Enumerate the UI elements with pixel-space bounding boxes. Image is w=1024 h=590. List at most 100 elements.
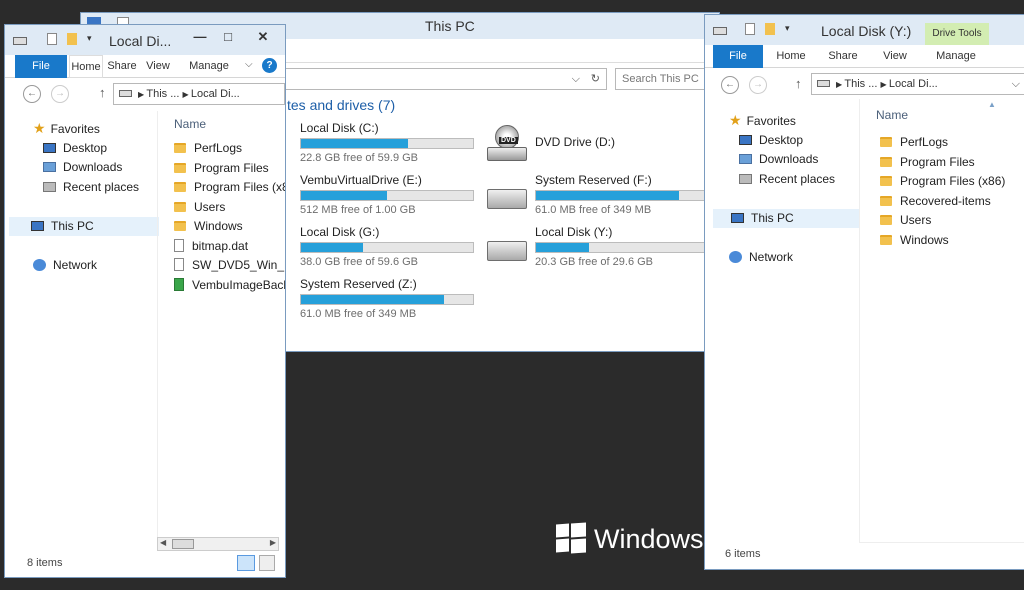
list-item[interactable]: Program Files (x86)	[880, 174, 1024, 194]
qat-dropdown-icon[interactable]: ▾	[785, 23, 790, 34]
nav-recent-places[interactable]: Recent places	[13, 178, 159, 198]
up-arrow-icon[interactable]: ↑	[795, 76, 802, 91]
nav-recent-places[interactable]: Recent places	[713, 170, 859, 190]
tab-share[interactable]: Share	[823, 45, 863, 68]
qat-properties-icon[interactable]	[47, 33, 57, 45]
address-bar[interactable]: ▶ This ... ▶ Local Di...	[113, 83, 285, 105]
help-icon[interactable]: ?	[262, 58, 277, 73]
list-item[interactable]: PerfLogs	[174, 141, 285, 161]
nav-this-pc[interactable]: This PC	[9, 216, 159, 236]
tab-manage[interactable]: Manage	[179, 55, 239, 78]
large-icons-view-icon[interactable]	[259, 555, 275, 571]
qat-dropdown-icon[interactable]: ▾	[87, 33, 92, 44]
tab-view[interactable]: View	[141, 55, 175, 78]
qat-folder-icon[interactable]	[765, 23, 775, 35]
forward-icon[interactable]: →	[749, 76, 767, 94]
back-icon[interactable]: ←	[23, 85, 41, 103]
list-item[interactable]: Windows	[174, 219, 285, 239]
nav-label: Recent places	[63, 179, 140, 194]
back-icon[interactable]: ←	[721, 76, 739, 94]
tab-manage[interactable]: Manage	[927, 45, 985, 68]
expand-ribbon-icon[interactable]: ⌵	[245, 59, 253, 70]
file-list: Name ▲ PerfLogs Program Files Program Fi…	[859, 99, 1024, 543]
dropdown-chevron-icon[interactable]: ⌵	[572, 69, 580, 89]
list-item[interactable]: Program Files (x86	[174, 180, 285, 200]
column-header-name[interactable]: Name	[174, 117, 206, 131]
list-item[interactable]: Program Files	[174, 161, 285, 181]
nav-desktop[interactable]: Desktop	[13, 139, 159, 159]
nav-favorites[interactable]: ★ Favorites	[13, 119, 159, 139]
drive-item-y[interactable]: Local Disk (Y:) 20.3 GB free of 29.6 GB	[535, 225, 709, 268]
maximize-button[interactable]: □	[213, 27, 243, 47]
nav-this-pc[interactable]: This PC	[713, 208, 859, 228]
minimize-button[interactable]: —	[185, 27, 215, 47]
nav-network[interactable]: Network	[13, 256, 159, 276]
file-name: VembuImageBack	[192, 277, 286, 292]
dropdown-chevron-icon[interactable]: ⌵	[1012, 74, 1020, 94]
nav-desktop[interactable]: Desktop	[713, 131, 859, 151]
list-item[interactable]: PerfLogs	[880, 135, 1024, 155]
details-view-icon[interactable]	[237, 555, 255, 571]
folder-icon	[174, 182, 186, 192]
list-item[interactable]: Windows	[880, 233, 1024, 253]
drive-small-icon	[119, 90, 132, 97]
search-input[interactable]: Search This PC	[615, 68, 707, 90]
scroll-thumb[interactable]	[172, 539, 194, 549]
breadcrumb-local-disk[interactable]: Local Di...	[889, 78, 938, 90]
qat-folder-icon[interactable]	[67, 33, 77, 45]
hard-drive-icon	[487, 241, 527, 261]
drive-tools-tab[interactable]: Drive Tools	[925, 23, 989, 45]
star-icon: ★	[729, 112, 742, 128]
nav-favorites[interactable]: ★ Favorites	[713, 111, 859, 131]
folder-icon	[174, 162, 186, 173]
refresh-icon[interactable]: ↻	[591, 69, 600, 89]
folder-icon	[880, 156, 892, 167]
nav-downloads[interactable]: Downloads	[713, 150, 859, 170]
tab-home[interactable]: Home	[69, 55, 103, 78]
file-list: Name PerfLogs Program Files Program File…	[157, 111, 286, 537]
drive-item-f[interactable]: System Reserved (F:) 61.0 MB free of 349…	[535, 173, 709, 216]
scroll-left-icon[interactable]: ◀	[160, 538, 166, 547]
tab-file[interactable]: File	[15, 55, 67, 78]
left-titlebar[interactable]: ▾ Local Di... — □ ✕	[5, 25, 285, 55]
drive-item-g[interactable]: Local Disk (G:) 38.0 GB free of 59.6 GB	[300, 225, 474, 268]
drive-usage-bar	[300, 294, 474, 305]
list-item[interactable]: SW_DVD5_Win_Pr	[174, 258, 285, 278]
breadcrumb-this-pc[interactable]: This ...	[844, 78, 877, 90]
tab-home[interactable]: Home	[771, 45, 811, 68]
right-titlebar[interactable]: ▾ Local Disk (Y:) Drive Tools	[705, 15, 1024, 45]
drive-usage-fill	[301, 243, 363, 252]
breadcrumb-this-pc[interactable]: This ...	[146, 88, 179, 100]
tab-file[interactable]: File	[713, 45, 763, 68]
drive-item-z[interactable]: System Reserved (Z:) 61.0 MB free of 349…	[300, 277, 474, 320]
nav-downloads[interactable]: Downloads	[13, 158, 159, 178]
list-item[interactable]: VembuImageBack	[174, 277, 286, 298]
horizontal-scrollbar[interactable]: ◀ ▶	[157, 537, 279, 551]
list-item[interactable]: bitmap.dat	[174, 238, 285, 259]
drive-usage-fill	[536, 243, 590, 252]
column-header-name[interactable]: Name	[876, 108, 908, 122]
drive-item-d[interactable]: DVD Drive (D:)	[535, 135, 615, 149]
nav-network[interactable]: Network	[713, 248, 859, 268]
scroll-right-icon[interactable]: ▶	[270, 538, 276, 547]
close-button[interactable]: ✕	[245, 27, 281, 47]
network-icon	[729, 250, 742, 263]
list-item[interactable]: Users	[174, 200, 285, 220]
drive-free-text: 61.0 MB free of 349 MB	[535, 204, 652, 216]
folder-icon	[880, 137, 892, 147]
address-bar[interactable]: ▶ This ... ▶ Local Di... ⌵	[811, 73, 1024, 95]
qat-properties-icon[interactable]	[745, 23, 755, 35]
tab-view[interactable]: View	[875, 45, 915, 68]
drive-item-e[interactable]: VembuVirtualDrive (E:) 512 MB free of 1.…	[300, 173, 474, 216]
list-item[interactable]: Users	[880, 213, 1024, 233]
address-bar[interactable]: ⌵ ↻	[281, 68, 607, 90]
forward-icon[interactable]: →	[51, 85, 69, 103]
breadcrumb-local-disk[interactable]: Local Di...	[191, 88, 240, 100]
tab-share[interactable]: Share	[105, 55, 139, 78]
drive-item-c[interactable]: Local Disk (C:) 22.8 GB free of 59.9 GB	[300, 121, 474, 164]
list-item[interactable]: Program Files	[880, 155, 1024, 175]
up-arrow-icon[interactable]: ↑	[99, 85, 106, 100]
folder-icon	[880, 176, 892, 186]
devices-section-header[interactable]: tes and drives (7)	[287, 97, 395, 113]
list-item[interactable]: Recovered-items	[880, 194, 1024, 214]
